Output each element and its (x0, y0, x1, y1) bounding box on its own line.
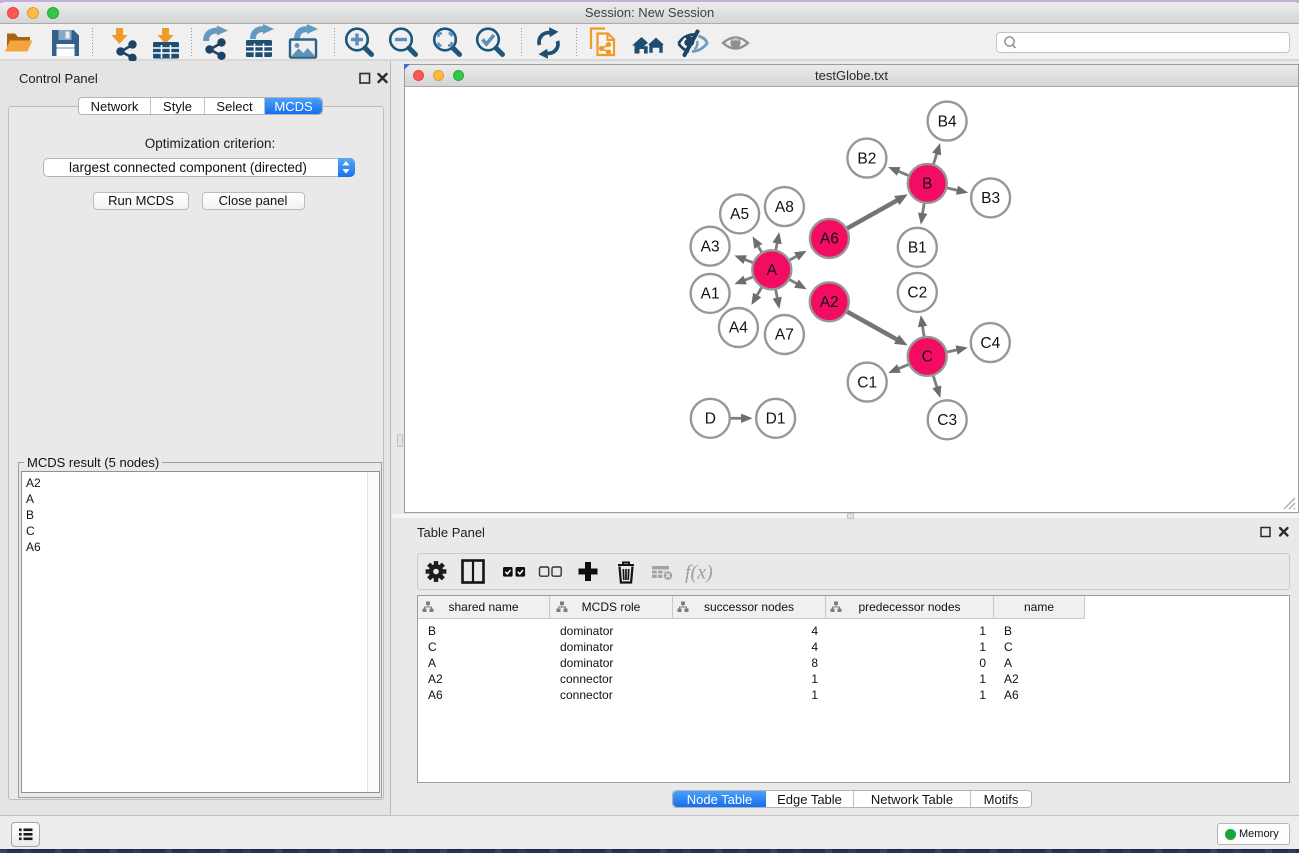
svg-text:B2: B2 (857, 150, 876, 167)
svg-text:A: A (767, 262, 778, 279)
svg-text:A5: A5 (730, 206, 749, 223)
svg-text:C1: C1 (857, 374, 877, 391)
svg-text:B: B (922, 176, 932, 193)
svg-text:C: C (922, 349, 933, 366)
svg-text:A1: A1 (701, 286, 720, 303)
svg-text:f(x): f(x) (685, 562, 713, 584)
svg-text:B4: B4 (938, 113, 957, 130)
svg-text:C2: C2 (907, 285, 927, 302)
svg-text:C4: C4 (980, 335, 1000, 352)
svg-text:B1: B1 (908, 240, 927, 257)
svg-text:A8: A8 (775, 199, 794, 216)
svg-text:C3: C3 (937, 412, 957, 429)
svg-text:D1: D1 (766, 411, 786, 428)
svg-text:A2: A2 (820, 294, 839, 311)
svg-text:D: D (705, 411, 716, 428)
svg-text:A4: A4 (729, 320, 748, 337)
svg-text:A7: A7 (775, 327, 794, 344)
svg-text:A3: A3 (701, 238, 720, 255)
svg-text:B3: B3 (981, 190, 1000, 207)
svg-text:A6: A6 (820, 231, 839, 248)
